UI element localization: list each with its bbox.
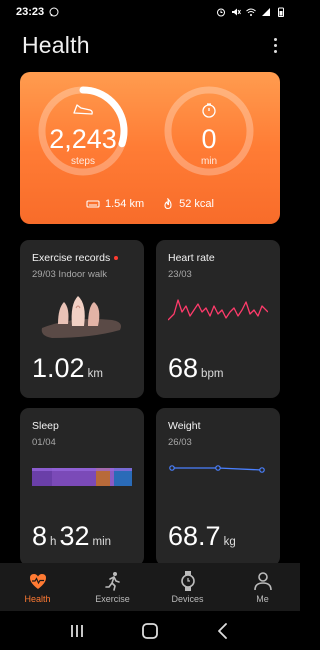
exercise-records-subtitle: 29/03 Indoor walk bbox=[32, 269, 107, 280]
watch-icon bbox=[180, 571, 195, 591]
exercise-records-title-row: Exercise records bbox=[32, 252, 132, 264]
page-header: Health bbox=[22, 30, 282, 60]
wifi-icon bbox=[246, 8, 256, 16]
heart-rate-card[interactable]: Heart rate 23/03 68 bpm bbox=[156, 240, 280, 398]
runner-icon bbox=[104, 572, 120, 591]
nav-item-devices[interactable]: Devices bbox=[150, 563, 225, 611]
nav-label-me: Me bbox=[256, 594, 269, 604]
exercise-records-card[interactable]: Exercise records 29/03 Indoor walk 1.02 … bbox=[20, 240, 144, 398]
time-unit: min bbox=[200, 156, 218, 167]
nav-label-exercise: Exercise bbox=[95, 594, 130, 604]
distance-icon bbox=[86, 200, 100, 208]
battery-icon bbox=[278, 7, 284, 17]
heart-rate-value: 68 bbox=[168, 353, 199, 383]
heart-rate-value-row: 68 bpm bbox=[168, 353, 223, 384]
stopwatch-icon bbox=[202, 103, 216, 118]
status-time: 23:23 bbox=[16, 6, 45, 18]
alarm-icon bbox=[217, 8, 225, 17]
sleep-card[interactable]: Sleep 01/04 8 h 32 min bbox=[20, 408, 144, 566]
nav-label-health: Health bbox=[24, 594, 51, 604]
activity-rings-card[interactable]: 2,243 steps 0 min 1.54 km 52 kcal bbox=[20, 72, 280, 224]
page-title: Health bbox=[22, 31, 90, 58]
heart-rate-title-row: Heart rate bbox=[168, 252, 268, 264]
more-dot bbox=[273, 37, 277, 41]
footprints-illustration bbox=[41, 296, 121, 338]
sleep-date: 01/04 bbox=[32, 437, 56, 448]
mute-icon bbox=[232, 8, 241, 16]
nav-item-health[interactable]: Health bbox=[0, 563, 75, 611]
steps-value: 2,243 bbox=[49, 124, 117, 154]
sleep-hours: 8 bbox=[32, 521, 48, 551]
signal-icon bbox=[262, 8, 270, 16]
sleep-minutes: 32 bbox=[59, 521, 90, 551]
more-dot bbox=[273, 49, 277, 53]
heart-rate-unit: bpm bbox=[201, 368, 224, 380]
sleep-title: Sleep bbox=[32, 420, 59, 432]
calories-value: 52 kcal bbox=[179, 198, 214, 210]
flame-icon bbox=[164, 198, 172, 210]
weight-card[interactable]: Weight 26/03 68.7 kg bbox=[156, 408, 280, 566]
sleep-stages-bar bbox=[32, 468, 132, 486]
nav-item-me[interactable]: Me bbox=[225, 563, 300, 611]
new-indicator-dot bbox=[114, 256, 119, 260]
distance-stat: 1.54 km bbox=[86, 198, 144, 210]
exercise-distance: 1.02 km bbox=[32, 353, 103, 384]
weight-value: 68.7 bbox=[168, 521, 221, 551]
exercise-distance-value: 1.02 bbox=[32, 353, 85, 383]
sleep-duration: 8 h 32 min bbox=[32, 521, 111, 552]
exercise-records-title: Exercise records bbox=[32, 252, 111, 264]
calories-stat: 52 kcal bbox=[162, 198, 214, 210]
heart-rate-date: 23/03 bbox=[168, 269, 192, 280]
bottom-navigation: Health Exercise Devices Me bbox=[0, 563, 300, 611]
weight-trend-line bbox=[169, 465, 265, 473]
heart-rate-title: Heart rate bbox=[168, 252, 215, 264]
steps-unit: steps bbox=[71, 156, 95, 167]
whatsapp-icon bbox=[49, 7, 59, 17]
weight-value-row: 68.7 kg bbox=[168, 521, 236, 552]
weight-title-row: Weight bbox=[168, 420, 268, 432]
heart-pulse-icon bbox=[29, 574, 46, 589]
weight-title: Weight bbox=[168, 420, 201, 432]
weight-date: 26/03 bbox=[168, 437, 192, 448]
nav-item-exercise[interactable]: Exercise bbox=[75, 563, 150, 611]
sleep-title-row: Sleep bbox=[32, 420, 132, 432]
status-bar: 23:23 bbox=[0, 0, 300, 24]
home-icon[interactable] bbox=[140, 621, 160, 641]
sleep-minutes-unit: min bbox=[92, 536, 112, 548]
time-value: 0 bbox=[201, 124, 217, 154]
person-icon bbox=[253, 572, 272, 591]
weight-unit: kg bbox=[223, 536, 236, 548]
exercise-distance-unit: km bbox=[87, 368, 103, 380]
activity-stats: 1.54 km 52 kcal bbox=[20, 198, 280, 210]
distance-value: 1.54 km bbox=[105, 198, 145, 210]
more-dot bbox=[273, 43, 277, 47]
shoe-icon bbox=[73, 104, 93, 115]
back-icon[interactable] bbox=[213, 621, 233, 641]
nav-label-devices: Devices bbox=[171, 594, 204, 604]
heart-rate-sparkline bbox=[168, 299, 268, 321]
system-navigation-bar bbox=[0, 611, 300, 650]
more-options-button[interactable] bbox=[268, 33, 282, 57]
sleep-hours-unit: h bbox=[50, 536, 57, 548]
recents-icon[interactable] bbox=[67, 621, 87, 641]
